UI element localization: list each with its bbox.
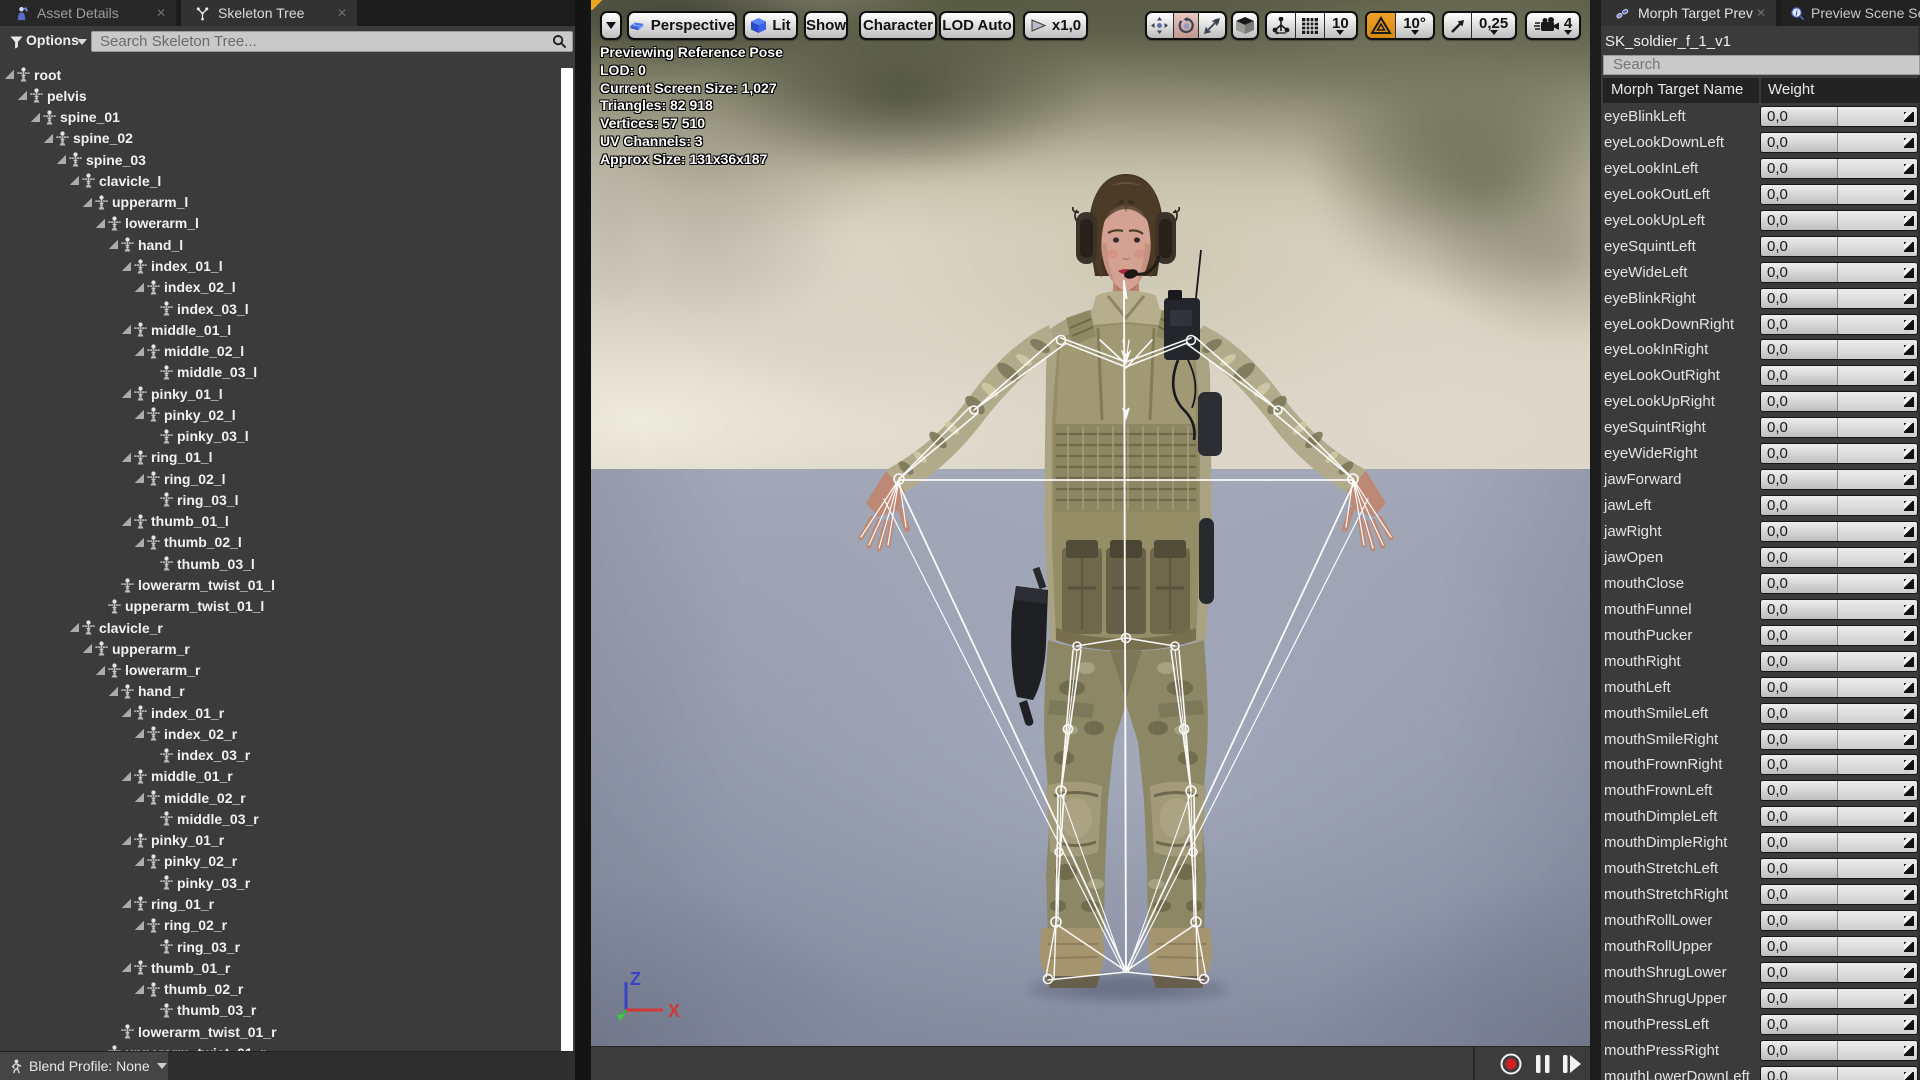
svg-text:Z: Z — [630, 969, 641, 989]
svg-text:X: X — [668, 1001, 680, 1021]
